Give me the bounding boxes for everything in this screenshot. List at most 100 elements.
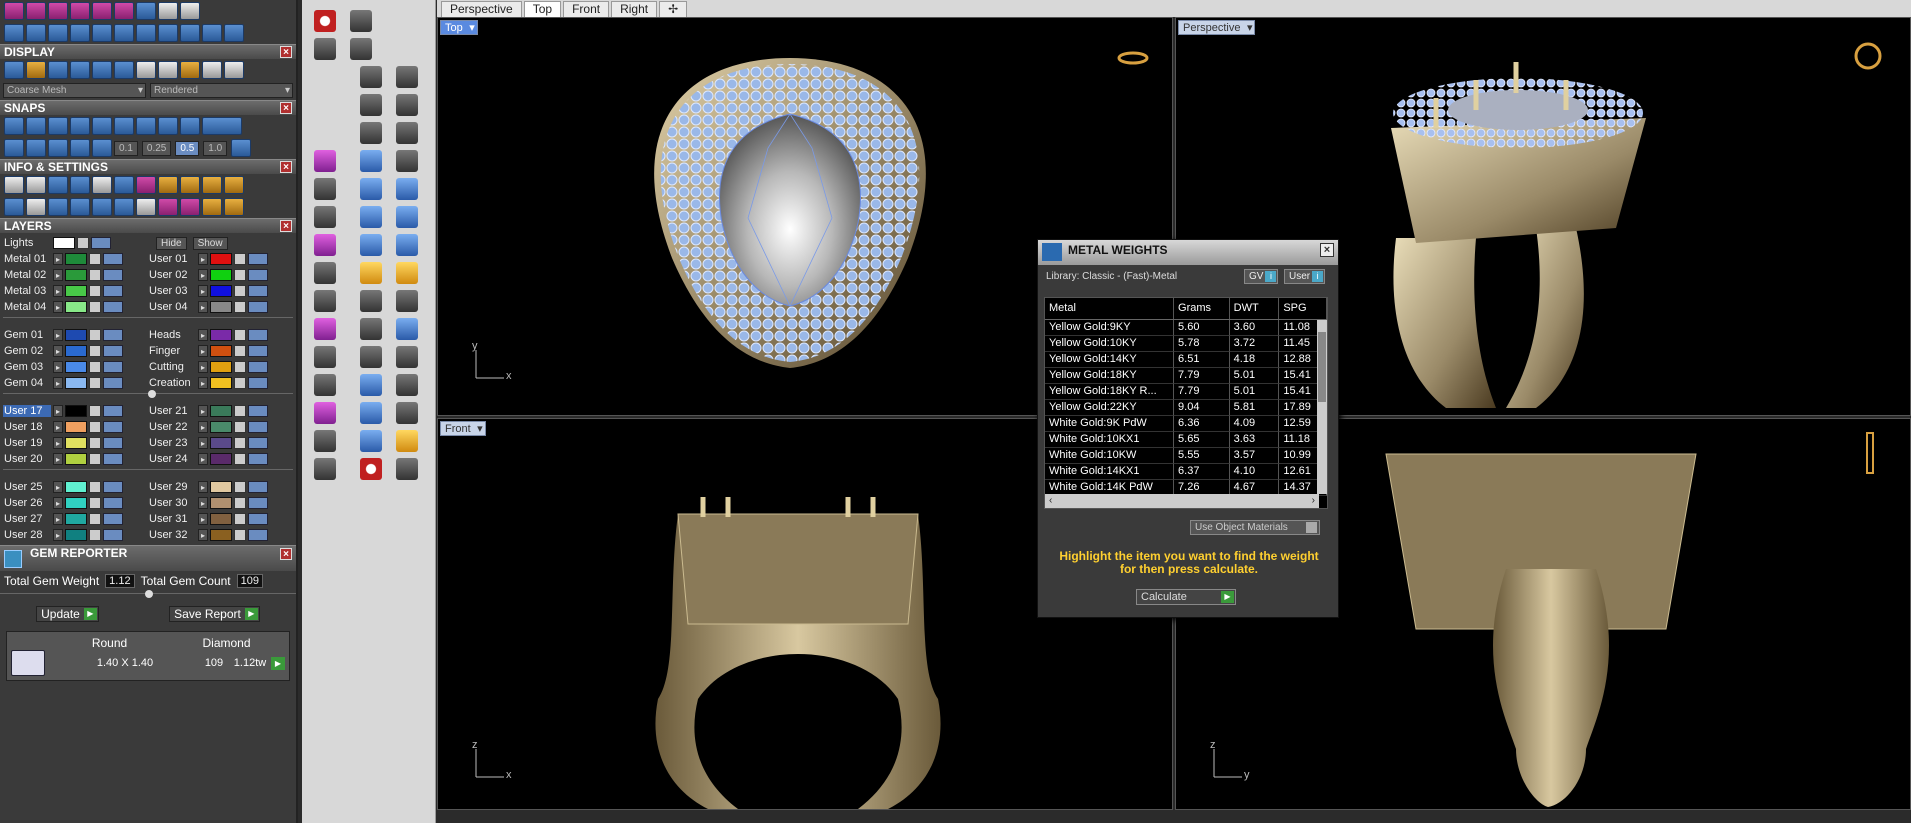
splitter-handle[interactable] — [145, 590, 153, 598]
layer-name[interactable]: User 31 — [148, 513, 196, 525]
explode-icon[interactable] — [396, 262, 418, 284]
layer-visible-toggle[interactable] — [103, 513, 123, 525]
rectangle-icon[interactable] — [396, 94, 418, 116]
layer-name[interactable]: User 18 — [3, 421, 51, 433]
tab-top[interactable]: Top — [523, 1, 562, 17]
layer-visible-toggle[interactable] — [248, 329, 268, 341]
lock-icon[interactable] — [234, 377, 246, 389]
layer-color-swatch[interactable] — [65, 513, 87, 525]
lock-icon[interactable] — [89, 345, 101, 357]
render-mode-dropdown[interactable]: Rendered — [150, 83, 293, 98]
lock-icon[interactable] — [89, 437, 101, 449]
lock-icon[interactable] — [89, 405, 101, 417]
viewport-front-label[interactable]: Front — [440, 421, 486, 437]
rotate-tool-icon[interactable] — [26, 24, 46, 42]
window-icon[interactable] — [26, 198, 46, 216]
layer-name[interactable]: Gem 01 — [3, 329, 51, 341]
expand-arrow-icon[interactable]: ▸ — [53, 453, 63, 465]
check-icon[interactable] — [396, 402, 418, 424]
lock-icon[interactable] — [234, 437, 246, 449]
layer-color-swatch[interactable] — [65, 377, 87, 389]
expand-arrow-icon[interactable]: ▸ — [53, 529, 63, 541]
expand-arrow-icon[interactable]: ▸ — [198, 253, 208, 265]
cube-icon[interactable] — [48, 198, 68, 216]
scroll-thumb[interactable] — [1318, 332, 1326, 402]
lock-icon[interactable] — [234, 253, 246, 265]
layer-visible-toggle[interactable] — [103, 253, 123, 265]
layer-name[interactable]: User 24 — [148, 453, 196, 465]
mesh-dropdown[interactable]: Coarse Mesh — [3, 83, 146, 98]
circle-tool-icon[interactable] — [224, 24, 244, 42]
layer-color-swatch[interactable] — [210, 361, 232, 373]
layer-color-swatch[interactable] — [65, 437, 87, 449]
technical-icon[interactable] — [114, 61, 134, 79]
wireframe-icon[interactable] — [4, 61, 24, 79]
snap-center-icon[interactable] — [114, 117, 134, 135]
layer-visible-toggle[interactable] — [103, 529, 123, 541]
layer-color-swatch[interactable] — [65, 253, 87, 265]
layer-visible-toggle[interactable] — [248, 497, 268, 509]
project-icon[interactable] — [48, 139, 68, 157]
snap-value-0.1[interactable]: 0.1 — [114, 140, 138, 156]
lock-icon[interactable] — [234, 301, 246, 313]
snap-grid-icon[interactable] — [231, 139, 252, 157]
table-row[interactable]: Yellow Gold:10KY 5.78 3.72 11.45 — [1045, 336, 1327, 352]
layer-visible-toggle[interactable] — [103, 301, 123, 313]
curve-icon[interactable] — [396, 122, 418, 144]
search-icon[interactable] — [26, 176, 46, 194]
play-icon[interactable]: ▶ — [271, 656, 285, 670]
lock-icon[interactable] — [234, 421, 246, 433]
expand-arrow-icon[interactable]: ▸ — [198, 361, 208, 373]
osnap-icon[interactable] — [92, 139, 112, 157]
layer-visible-toggle[interactable] — [248, 513, 268, 525]
surface-icon[interactable] — [396, 234, 418, 256]
lock-icon[interactable] — [89, 361, 101, 373]
layer-visible-toggle[interactable] — [103, 497, 123, 509]
loft-icon[interactable] — [396, 178, 418, 200]
text-icon[interactable] — [396, 318, 418, 340]
col-dwt[interactable]: DWT — [1230, 298, 1280, 319]
snap-quad-icon[interactable] — [136, 117, 156, 135]
shank-tool-icon[interactable] — [180, 198, 200, 216]
expand-arrow-icon[interactable]: ▸ — [53, 481, 63, 493]
select-arrow-icon[interactable] — [396, 458, 418, 480]
expand-arrow-icon[interactable]: ▸ — [53, 405, 63, 417]
snap-point-icon[interactable] — [48, 117, 68, 135]
array-icon[interactable] — [396, 346, 418, 368]
layer-color-swatch[interactable] — [65, 301, 87, 313]
layer-color-swatch[interactable] — [210, 269, 232, 281]
close-icon[interactable]: × — [1320, 243, 1334, 257]
layer-visible-toggle[interactable] — [103, 285, 123, 297]
layer-visible-toggle[interactable] — [248, 377, 268, 389]
lock-icon[interactable] — [234, 529, 246, 541]
lock-icon[interactable] — [89, 421, 101, 433]
layer-visible-toggle[interactable] — [248, 269, 268, 281]
layer-visible-toggle[interactable] — [91, 237, 111, 249]
layer-visible-toggle[interactable] — [248, 405, 268, 417]
power-icon[interactable] — [314, 10, 336, 32]
layer-color-swatch[interactable] — [65, 405, 87, 417]
select-icon[interactable] — [114, 198, 134, 216]
cylinder-icon[interactable] — [360, 234, 382, 256]
layer-manager-icon[interactable] — [48, 176, 68, 194]
layer-name[interactable]: User 02 — [148, 269, 196, 281]
layer-visible-toggle[interactable] — [248, 285, 268, 297]
layer-color-swatch[interactable] — [210, 481, 232, 493]
expand-arrow-icon[interactable]: ▸ — [198, 301, 208, 313]
snap-end-icon[interactable] — [4, 117, 24, 135]
grid-snap-icon[interactable] — [4, 139, 24, 157]
ring-tool-icon[interactable] — [158, 198, 178, 216]
shaded-icon[interactable] — [26, 61, 46, 79]
layer-visible-toggle[interactable] — [103, 421, 123, 433]
view-cube-icon[interactable] — [1866, 432, 1874, 474]
object-properties-icon[interactable] — [70, 176, 90, 194]
layer-color-swatch[interactable] — [65, 269, 87, 281]
layer-visible-toggle[interactable] — [103, 377, 123, 389]
expand-arrow-icon[interactable]: ▸ — [198, 329, 208, 341]
expand-arrow-icon[interactable]: ▸ — [198, 529, 208, 541]
expand-arrow-icon[interactable]: ▸ — [53, 253, 63, 265]
close-icon[interactable]: × — [280, 220, 292, 232]
lock-icon[interactable] — [89, 285, 101, 297]
layer-color-swatch[interactable] — [210, 285, 232, 297]
layer-color-swatch[interactable] — [65, 285, 87, 297]
